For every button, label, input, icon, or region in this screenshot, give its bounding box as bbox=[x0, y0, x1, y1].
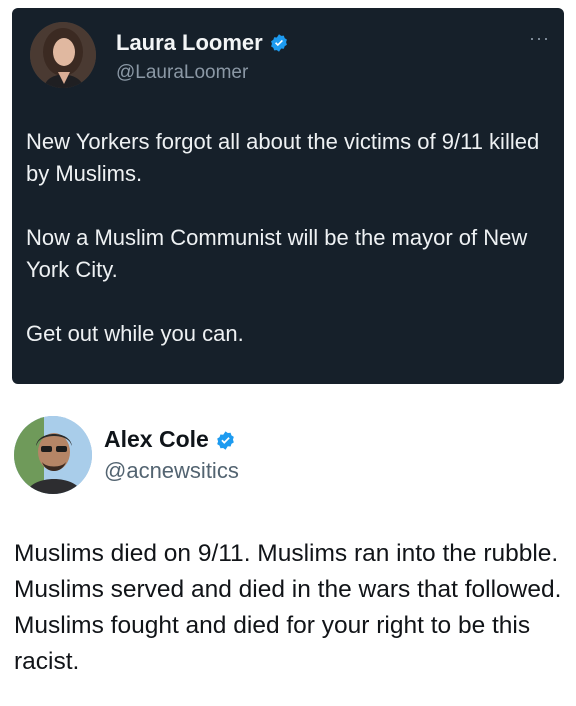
display-name[interactable]: Laura Loomer bbox=[116, 30, 263, 56]
more-options-icon[interactable]: ··· bbox=[529, 28, 550, 49]
quoted-tweet-card: Laura Loomer @LauraLoomer ··· New Yorker… bbox=[12, 8, 564, 384]
profile-photo-icon bbox=[30, 22, 96, 88]
handle[interactable]: @acnewsitics bbox=[104, 458, 239, 484]
avatar[interactable] bbox=[30, 22, 96, 88]
display-name[interactable]: Alex Cole bbox=[104, 426, 209, 453]
tweet-text: Muslims died on 9/11. Muslims ran into t… bbox=[14, 540, 562, 675]
handle[interactable]: @LauraLoomer bbox=[116, 62, 248, 84]
author-row: Alex Cole bbox=[104, 426, 235, 453]
verified-badge-icon bbox=[215, 430, 235, 450]
avatar[interactable] bbox=[14, 416, 92, 494]
reply-tweet: Alex Cole @acnewsitics Muslims died on 9… bbox=[0, 398, 576, 706]
tweet-text: New Yorkers forgot all about the victims… bbox=[26, 126, 556, 350]
verified-badge-icon bbox=[269, 33, 289, 53]
author-row: Laura Loomer bbox=[116, 30, 289, 56]
profile-photo-icon bbox=[14, 416, 92, 494]
tweet-paragraph: Get out while you can. bbox=[26, 321, 244, 346]
tweet-paragraph: Now a Muslim Communist will be the mayor… bbox=[26, 225, 528, 282]
tweet-paragraph: New Yorkers forgot all about the victims… bbox=[26, 129, 540, 186]
